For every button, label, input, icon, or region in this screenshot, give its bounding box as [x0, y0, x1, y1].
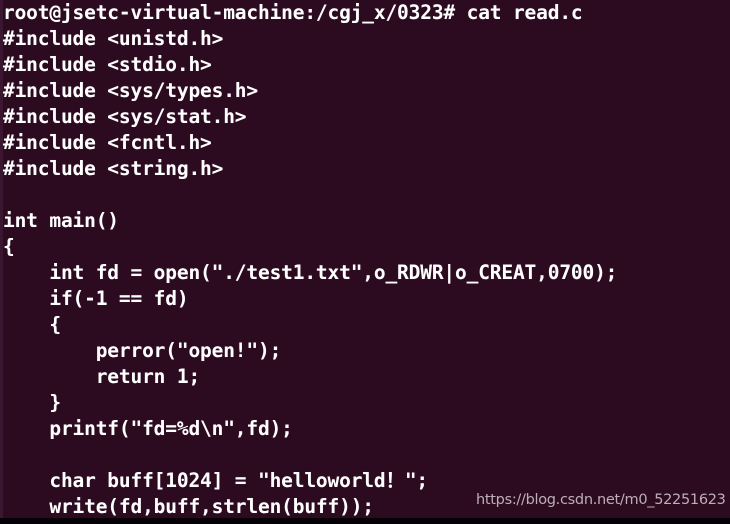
terminal-screen[interactable]: root@jsetc-virtual-machine:/cgj_x/0323# … [3, 0, 730, 518]
code-line-blank-2 [3, 442, 730, 468]
code-line-open-brace-main: { [3, 235, 15, 258]
code-line-perror: perror("open!"); [3, 339, 282, 362]
code-line-include-sys-stat: #include <sys/stat.h> [3, 105, 247, 128]
code-line-blank-1 [3, 182, 730, 208]
code-line-open-brace-if: { [3, 313, 61, 336]
code-line-return-1: return 1; [3, 365, 201, 388]
watermark-url: https://blog.csdn.net/m0_52251623 [476, 492, 726, 508]
code-line-char-buff: char buff[1024] = "helloworld！"; [3, 469, 428, 492]
terminal-window[interactable]: root@jsetc-virtual-machine:/cgj_x/0323# … [0, 0, 730, 524]
code-line-include-sys-types: #include <sys/types.h> [3, 79, 258, 102]
code-line-printf: printf("fd=%d\n",fd); [3, 417, 293, 440]
code-line-open-call: int fd = open("./test1.txt",o_RDWR|o_CRE… [3, 261, 618, 284]
code-line-include-unistd: #include <unistd.h> [3, 27, 224, 50]
code-line-if-check: if(-1 == fd) [3, 287, 189, 310]
terminal-prompt-line: root@jsetc-virtual-machine:/cgj_x/0323# … [3, 1, 583, 24]
code-line-include-string: #include <string.h> [3, 157, 224, 180]
code-line-include-fcntl: #include <fcntl.h> [3, 131, 212, 154]
code-line-main-signature: int main() [3, 209, 119, 232]
code-line-include-stdio: #include <stdio.h> [3, 53, 212, 76]
code-line-close-brace-if: } [3, 391, 61, 414]
terminal-bottom-edge [0, 518, 730, 524]
